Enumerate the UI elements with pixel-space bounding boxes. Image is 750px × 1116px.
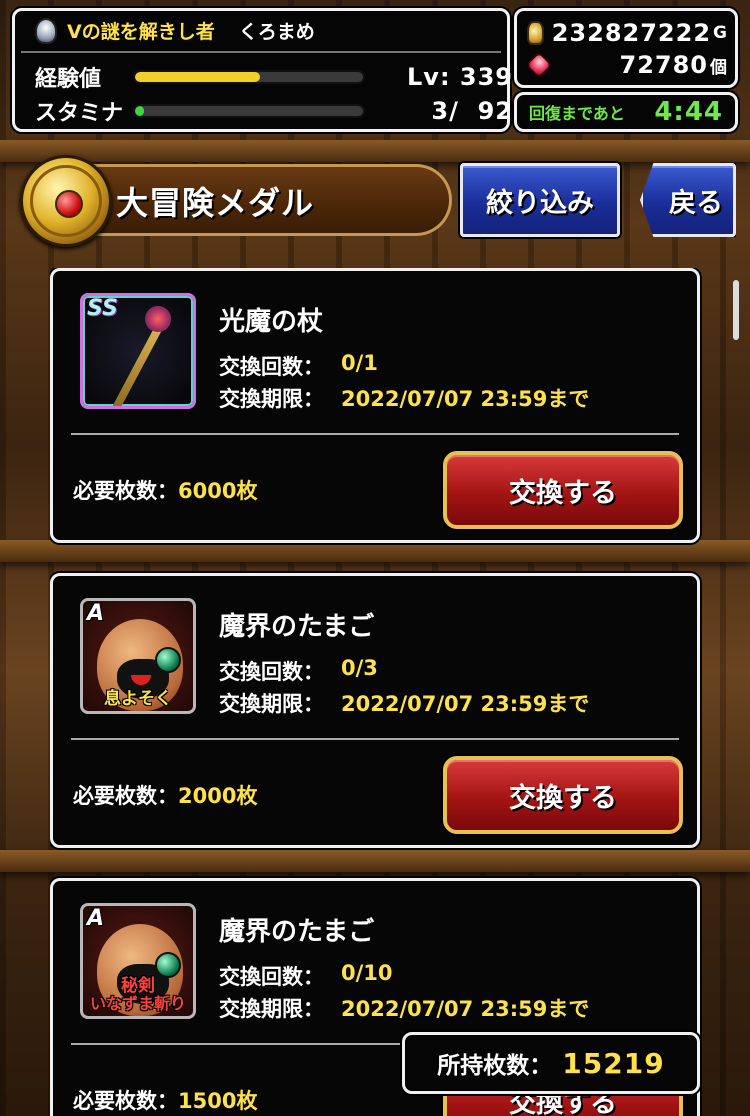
owned-medals-panel: 所持枚数： 15219 bbox=[402, 1032, 700, 1094]
gold-row: 232827222 G bbox=[527, 19, 727, 47]
skill-label: いなずま斬り bbox=[89, 994, 186, 1013]
required-medals-row: 必要枚数： 2000枚 bbox=[73, 780, 257, 810]
rank-badge: A bbox=[87, 601, 105, 626]
exchange-count-label: 交換回数： bbox=[219, 965, 324, 989]
required-value: 1500枚 bbox=[178, 1089, 258, 1113]
rank-badge: SS bbox=[87, 296, 118, 321]
exp-bar-fill bbox=[135, 72, 261, 82]
item-thumbnail[interactable]: A 息よそく bbox=[80, 598, 196, 714]
recovery-time: 4:44 bbox=[654, 97, 723, 127]
required-medals-row: 必要枚数： 1500枚 bbox=[73, 1085, 257, 1115]
medal-ring-decoration bbox=[30, 165, 102, 237]
exchange-deadline-label: 交換期限： bbox=[219, 387, 324, 411]
exchange-count-row: 交換回数： 0/3 bbox=[219, 656, 378, 686]
list-scrollbar[interactable] bbox=[733, 280, 739, 340]
gold-bag-icon bbox=[527, 21, 544, 45]
exchange-count-label: 交換回数： bbox=[219, 355, 324, 379]
divider bbox=[71, 433, 679, 435]
gold-unit: G bbox=[713, 23, 727, 43]
exchange-deadline-value: 2022/07/07 23:59まで bbox=[341, 387, 590, 411]
stamina-label: スタミナ bbox=[35, 101, 124, 126]
item-name: 光魔の杖 bbox=[219, 307, 324, 337]
gem-icon bbox=[525, 51, 553, 79]
gold-value: 232827222 bbox=[551, 19, 712, 47]
exchange-button[interactable]: 交換する bbox=[443, 756, 683, 834]
required-value: 2000枚 bbox=[178, 784, 258, 808]
exchange-count-value: 0/10 bbox=[341, 961, 393, 985]
back-button[interactable]: 戻る bbox=[640, 163, 736, 237]
filter-button[interactable]: 絞り込み bbox=[460, 163, 620, 237]
exchange-deadline-value: 2022/07/07 23:59まで bbox=[341, 692, 590, 716]
recovery-label: 回復まであと bbox=[529, 104, 625, 123]
player-status-panel: Vの謎を解きし者 くろまめ 経験値 Lv: 339 スタミナ 3/ 92 bbox=[12, 8, 512, 132]
stamina-recovery-timer: 回復まであと 4:44 bbox=[514, 92, 738, 132]
player-name: くろまめ bbox=[238, 21, 315, 43]
item-thumbnail[interactable]: SS bbox=[80, 293, 196, 409]
exchange-item-list[interactable]: SS 光魔の杖 交換回数： 0/1 交換期限： 2022/07/07 23:59… bbox=[50, 268, 702, 1116]
currency-panel: 232827222 G 72780 個 bbox=[514, 8, 738, 88]
stamina-value: 3/ 92 bbox=[431, 97, 513, 125]
page-title: 大冒険メダル bbox=[116, 184, 315, 222]
required-medals-row: 必要枚数： 6000枚 bbox=[73, 475, 257, 505]
exchange-count-value: 0/3 bbox=[341, 656, 378, 680]
exchange-deadline-row: 交換期限： 2022/07/07 23:59まで bbox=[219, 688, 589, 718]
exchange-button[interactable]: 交換する bbox=[443, 451, 683, 529]
stamina-bar bbox=[133, 104, 365, 118]
exchange-count-value: 0/1 bbox=[341, 351, 378, 375]
required-label: 必要枚数： bbox=[73, 479, 178, 503]
exp-row: 経験値 Lv: 339 bbox=[35, 61, 512, 93]
exchange-deadline-row: 交換期限： 2022/07/07 23:59まで bbox=[219, 993, 589, 1023]
player-title-row: Vの謎を解きし者 くろまめ bbox=[35, 17, 315, 44]
gem-value: 72780 bbox=[619, 51, 708, 79]
egg-eye bbox=[155, 647, 181, 673]
exchange-card: SS 光魔の杖 交換回数： 0/1 交換期限： 2022/07/07 23:59… bbox=[50, 268, 700, 543]
owned-value: 15219 bbox=[562, 1046, 665, 1080]
divider bbox=[71, 738, 679, 740]
exchange-count-row: 交換回数： 0/1 bbox=[219, 351, 378, 381]
exp-bar bbox=[133, 70, 365, 84]
player-title: Vの謎を解きし者 bbox=[67, 21, 215, 43]
required-value: 6000枚 bbox=[178, 479, 258, 503]
gem-row: 72780 個 bbox=[525, 51, 727, 79]
exchange-deadline-label: 交換期限： bbox=[219, 997, 324, 1021]
required-label: 必要枚数： bbox=[73, 784, 178, 808]
exp-label: 経験値 bbox=[35, 67, 102, 92]
item-name: 魔界のたまご bbox=[219, 917, 375, 947]
skill-label: 息よそく bbox=[104, 689, 172, 709]
exchange-count-row: 交換回数： 0/10 bbox=[219, 961, 393, 991]
required-label: 必要枚数： bbox=[73, 1089, 178, 1113]
stamina-row: スタミナ 3/ 92 bbox=[35, 95, 512, 127]
player-avatar-icon bbox=[35, 17, 57, 44]
item-name: 魔界のたまご bbox=[219, 612, 375, 642]
stamina-bar-fill bbox=[135, 106, 145, 116]
level-value: Lv: 339 bbox=[407, 63, 513, 91]
background-shelf bbox=[0, 140, 750, 162]
exchange-deadline-label: 交換期限： bbox=[219, 692, 324, 716]
owned-label: 所持枚数： bbox=[437, 1053, 553, 1079]
item-thumbnail[interactable]: A 秘剣 いなずま斬り bbox=[80, 903, 196, 1019]
exchange-deadline-value: 2022/07/07 23:59まで bbox=[341, 997, 590, 1021]
rank-badge: A bbox=[87, 906, 105, 931]
exchange-card: A 息よそく 魔界のたまご 交換回数： 0/3 交換期限： 2022/07/07… bbox=[50, 573, 700, 848]
exchange-deadline-row: 交換期限： 2022/07/07 23:59まで bbox=[219, 383, 589, 413]
gem-unit: 個 bbox=[710, 57, 727, 78]
divider bbox=[21, 51, 501, 53]
exchange-count-label: 交換回数： bbox=[219, 660, 324, 684]
staff-gem-icon bbox=[145, 306, 171, 332]
